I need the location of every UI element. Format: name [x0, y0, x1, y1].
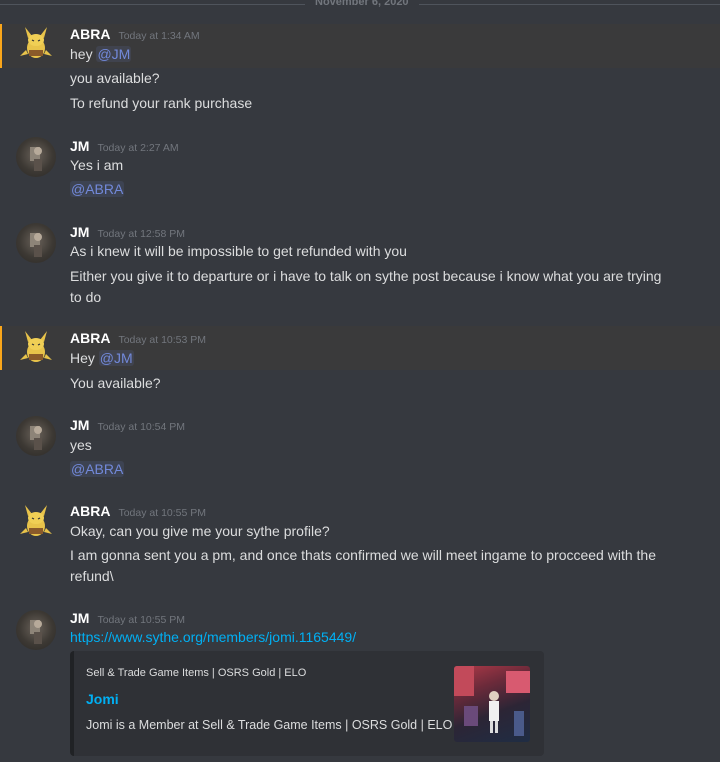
abra-avatar[interactable]	[16, 24, 56, 64]
message-line: hey @JM	[70, 44, 690, 65]
user-mention[interactable]: @ABRA	[70, 461, 125, 477]
message-line: I am gonna sent you a pm, and once thats…	[70, 547, 656, 563]
message-line: Hey @JM	[70, 348, 690, 369]
author-name[interactable]: ABRA	[70, 503, 110, 519]
embed-provider[interactable]: Sell & Trade Game Items | OSRS Gold | EL…	[86, 667, 306, 679]
profile-link[interactable]: https://www.sythe.org/members/jomi.11654…	[70, 629, 356, 645]
embed-thumbnail[interactable]	[454, 666, 530, 742]
message-line: Either you give it to departure or i hav…	[70, 268, 662, 284]
date-divider-label: November 6, 2020	[305, 0, 419, 8]
message-author[interactable]: JM Today at 10:55 PM	[70, 610, 185, 626]
jm-avatar[interactable]	[16, 223, 56, 263]
message-timestamp: Today at 10:54 PM	[97, 421, 186, 433]
embed-description: Jomi is a Member at Sell & Trade Game It…	[86, 718, 453, 732]
message-line: Okay, can you give me your sythe profile…	[70, 523, 330, 539]
message-timestamp: Today at 10:55 PM	[118, 507, 207, 519]
message-line: @ABRA	[70, 459, 690, 480]
abra-avatar[interactable]	[16, 502, 56, 542]
message-timestamp: Today at 10:55 PM	[97, 614, 186, 626]
user-photo-icon	[30, 233, 42, 257]
message-line: to do	[70, 289, 102, 305]
author-name[interactable]: JM	[70, 224, 89, 240]
message-author[interactable]: ABRA Today at 1:34 AM	[70, 26, 200, 42]
link-embed: Sell & Trade Game Items | OSRS Gold | EL…	[70, 651, 544, 756]
message-line: https://www.sythe.org/members/jomi.11654…	[70, 627, 690, 648]
abra-icon	[20, 27, 52, 58]
message-author[interactable]: ABRA Today at 10:55 PM	[70, 503, 206, 519]
author-name[interactable]: JM	[70, 417, 89, 433]
message-line: yes	[70, 437, 92, 453]
jm-avatar[interactable]	[16, 416, 56, 456]
message-line: you available?	[70, 70, 160, 86]
jm-avatar[interactable]	[16, 610, 56, 650]
user-photo-icon	[30, 620, 42, 644]
user-photo-icon	[30, 426, 42, 450]
message-line: To refund your rank purchase	[70, 95, 253, 111]
message-author[interactable]: JM Today at 2:27 AM	[70, 138, 179, 154]
message-author[interactable]: ABRA Today at 10:53 PM	[70, 330, 206, 346]
author-name[interactable]: ABRA	[70, 26, 110, 42]
author-name[interactable]: JM	[70, 138, 89, 154]
message-text: Hey	[70, 350, 99, 366]
message-line: refund\	[70, 568, 114, 584]
abra-icon	[20, 505, 52, 536]
message-timestamp: Today at 12:58 PM	[97, 228, 186, 240]
user-photo-icon	[30, 147, 42, 171]
message-line: As i knew it will be impossible to get r…	[70, 243, 407, 259]
abra-icon	[20, 331, 52, 362]
message-timestamp: Today at 1:34 AM	[118, 30, 200, 42]
message-line: You available?	[70, 375, 161, 391]
embed-title[interactable]: Jomi	[86, 691, 119, 707]
thumbnail-image-icon	[454, 666, 530, 736]
message-text: hey	[70, 46, 97, 62]
chat-messages: November 6, 2020 ABRA Today at 1:34 AM he…	[0, 0, 720, 762]
message-author[interactable]: JM Today at 12:58 PM	[70, 224, 185, 240]
jm-avatar[interactable]	[16, 137, 56, 177]
author-name[interactable]: ABRA	[70, 330, 110, 346]
abra-avatar[interactable]	[16, 328, 56, 368]
author-name[interactable]: JM	[70, 610, 89, 626]
message-timestamp: Today at 2:27 AM	[97, 142, 179, 154]
date-divider: November 6, 2020	[0, 0, 720, 10]
message-author[interactable]: JM Today at 10:54 PM	[70, 417, 185, 433]
message-timestamp: Today at 10:53 PM	[118, 334, 207, 346]
message-line: Yes i am	[70, 157, 124, 173]
user-mention[interactable]: @JM	[98, 350, 134, 366]
user-mention[interactable]: @ABRA	[70, 181, 125, 197]
user-mention[interactable]: @JM	[96, 46, 132, 62]
message-line: @ABRA	[70, 179, 690, 200]
